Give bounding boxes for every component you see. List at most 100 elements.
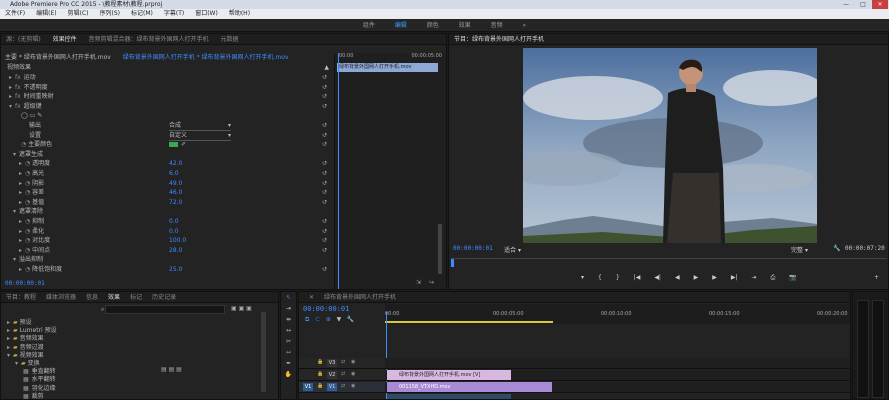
stopwatch-icon[interactable]: ◔ <box>25 160 30 167</box>
tab-project-2[interactable]: 信息 <box>81 292 103 302</box>
marker-icon[interactable]: ▾ <box>581 274 584 281</box>
reset-icon[interactable]: ↺ <box>322 236 327 245</box>
reset-icon[interactable]: ↺ <box>322 179 327 188</box>
reset-icon[interactable]: ↺ <box>322 227 327 236</box>
output-row[interactable]: 输出 合成 ▾ ↺ <box>1 121 331 131</box>
reset-icon[interactable]: ↺ <box>322 102 327 111</box>
add-button-icon[interactable]: + <box>874 274 879 281</box>
program-playhead[interactable] <box>451 259 454 267</box>
pen-tool-icon[interactable]: ✒ <box>281 358 296 369</box>
reset-icon[interactable]: ↺ <box>322 73 327 82</box>
effect-row-0[interactable]: ▸ fx 运动 ↺ <box>1 73 331 82</box>
program-timecode[interactable]: 00:00:00:01 <box>453 245 493 252</box>
menu-item-3[interactable]: 序列(S) <box>100 9 121 19</box>
tab-source[interactable]: 源：(无剪辑) <box>1 34 46 44</box>
fit-dropdown[interactable]: 适合 ▾ <box>504 245 521 254</box>
clip-background[interactable]: 001158_VTXHD.mov <box>387 382 552 392</box>
tab-project-4[interactable]: 标记 <box>125 292 147 302</box>
reset-icon[interactable]: ↺ <box>322 131 327 140</box>
stopwatch-icon[interactable]: ◔ <box>25 228 30 235</box>
fx-badge-icon[interactable]: fx <box>15 103 21 110</box>
param-value[interactable]: 42.0 <box>169 159 182 168</box>
lift-icon[interactable]: ⎙ <box>771 274 776 282</box>
param-value[interactable]: 6.0 <box>169 169 179 178</box>
stopwatch-icon[interactable]: ◔ <box>21 141 26 148</box>
reset-icon[interactable]: ↺ <box>322 169 327 178</box>
matte-cleanup-param-1[interactable]: ▸ ◔ 柔化 0.0 ↺ <box>1 227 331 236</box>
tab-effect-controls[interactable]: 效果控件 <box>48 34 82 44</box>
effect-row-1[interactable]: ▸ fx 不透明度 ↺ <box>1 83 331 92</box>
key-color-row[interactable]: ◔ 主要颜色 ✐ ↺ <box>1 140 331 149</box>
mark-in-icon[interactable]: { <box>598 274 602 281</box>
track-header-V3[interactable]: 🔒 V3 ⇄ ◉ <box>299 358 385 369</box>
reset-icon[interactable]: ↺ <box>322 83 327 92</box>
stopwatch-icon[interactable]: ◔ <box>25 266 30 273</box>
work-area-bar[interactable] <box>385 321 553 323</box>
workspace-effects[interactable]: 效果 <box>459 19 471 32</box>
play-icon[interactable]: ▶ <box>694 274 699 281</box>
scroll-up-icon[interactable]: ▲ <box>324 63 329 72</box>
menu-item-1[interactable]: 编辑(E) <box>36 9 56 19</box>
mark-out-icon[interactable]: } <box>616 274 620 281</box>
reset-icon[interactable]: ↺ <box>322 246 327 255</box>
hand-tool-icon[interactable]: ✋ <box>281 369 296 380</box>
timeline-timecode[interactable]: 00:00:00:01 <box>303 305 349 313</box>
menu-item-4[interactable]: 标记(M) <box>131 9 153 19</box>
workspace-audio[interactable]: 音频 <box>491 19 503 32</box>
close-icon[interactable]: ✕ <box>304 292 319 302</box>
param-value[interactable]: 100.0 <box>169 236 186 245</box>
setting-row[interactable]: 设置 自定义 ▾ ↺ <box>1 131 331 141</box>
step-back-icon[interactable]: ◀| <box>654 274 661 281</box>
menu-item-5[interactable]: 字幕(T) <box>164 9 184 19</box>
effect-row-2[interactable]: ▸ fx 时间重映射 ↺ <box>1 92 331 101</box>
eyedropper-icon[interactable]: ✐ <box>181 140 186 149</box>
tab-program[interactable]: 节目：绿布背景外国网人打开手机 <box>449 34 549 44</box>
reset-icon[interactable]: ↺ <box>322 92 327 101</box>
timeline-settings-icon[interactable]: 🔧 <box>347 316 354 323</box>
sync-lock-icon[interactable]: ⇄ <box>341 371 345 377</box>
eye-icon[interactable]: ◉ <box>351 359 355 365</box>
matte-generation-param-0[interactable]: ▸ ◔ 透明度 42.0 ↺ <box>1 159 331 168</box>
step-forward-frame-icon[interactable]: ▶ <box>712 274 717 281</box>
sync-lock-icon[interactable]: ⇄ <box>341 359 345 365</box>
mask-tools-row[interactable]: ◯ ▭ ✎ <box>1 111 331 120</box>
linked-selection-icon[interactable]: ⊛ <box>326 316 331 323</box>
matte-cleanup-param-0[interactable]: ▸ ◔ 抑制 0.0 ↺ <box>1 217 331 226</box>
tab-project-0[interactable]: 节目：教程 <box>1 292 41 302</box>
track-header-V1[interactable]: V1 🔒 V1 ⇄ ◉ <box>299 382 385 393</box>
workspace-editing[interactable]: 编辑 <box>395 19 407 32</box>
matte-cleanup-param-2[interactable]: ▸ ◔ 对比度 100.0 ↺ <box>1 236 331 245</box>
menu-item-6[interactable]: 窗口(W) <box>195 9 218 19</box>
sync-lock-icon[interactable]: ⇄ <box>341 383 345 389</box>
clip-green-screen[interactable]: 绿布背景外国网人打开手机.mov [V] <box>387 370 511 380</box>
group-spill-suppression[interactable]: ▾ 溢出抑制 <box>1 255 331 264</box>
mini-playhead[interactable] <box>338 53 339 289</box>
fx-badge-icon[interactable]: fx <box>15 74 21 81</box>
effects-search-input[interactable] <box>105 305 225 314</box>
rect-mask-icon[interactable]: ▭ <box>30 112 36 119</box>
workspace-assembly[interactable]: 组件 <box>363 19 375 32</box>
lock-icon[interactable]: 🔒 <box>317 359 323 365</box>
effect-tree-item[interactable]: ▦ 裁剪 <box>1 392 256 399</box>
effects-scrollbar[interactable] <box>261 312 266 392</box>
reset-icon[interactable]: ↺ <box>322 265 327 274</box>
master-clip-label[interactable]: 主要 * 绿布背景外国网人打开手机.mov <box>5 54 111 61</box>
stopwatch-icon[interactable]: ◔ <box>25 218 30 225</box>
track-target[interactable]: V2 <box>327 371 337 379</box>
reset-icon[interactable]: ↺ <box>322 198 327 207</box>
ec-menu-icon[interactable]: ↪ <box>429 279 434 286</box>
fx-badge-icon[interactable]: fx <box>15 93 21 100</box>
workspace-more-button[interactable]: » <box>523 19 527 32</box>
tab-project-3[interactable]: 效果 <box>103 292 125 302</box>
param-value[interactable]: 46.0 <box>169 188 182 197</box>
sequence-clip-label[interactable]: 绿布背景外国网人打开手机 * 绿布背景外国网人打开手机.mov <box>123 54 289 61</box>
stopwatch-icon[interactable]: ◔ <box>25 199 30 206</box>
razor-tool-icon[interactable]: ✂ <box>281 336 296 347</box>
reset-icon[interactable]: ↺ <box>322 159 327 168</box>
matte-generation-param-1[interactable]: ▸ ◔ 高光 6.0 ↺ <box>1 169 331 178</box>
param-value[interactable]: 0.0 <box>169 217 179 226</box>
key-color-swatch[interactable] <box>169 142 178 148</box>
param-value[interactable]: 72.0 <box>169 198 182 207</box>
fx-badge-icon[interactable]: fx <box>15 84 21 91</box>
eye-icon[interactable]: ◉ <box>351 371 355 377</box>
